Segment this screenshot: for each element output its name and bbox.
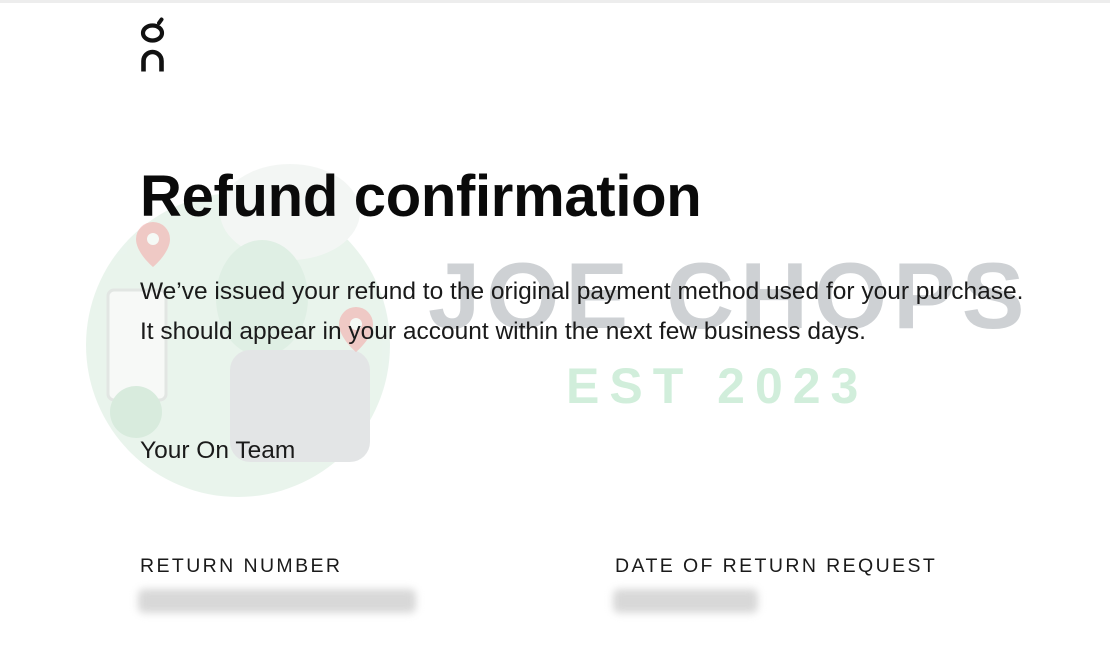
signoff: Your On Team [140,437,296,464]
watermark-text-established: EST 2023 [566,358,868,414]
return-number-value-redacted [138,589,416,613]
return-number-label: RETURN NUMBER [140,555,343,577]
top-divider [0,0,1110,3]
message-line: It should appear in your account within … [140,317,866,345]
message-line: We’ve issued your refund to the original… [140,278,1024,305]
page-title: Refund confirmation [140,164,702,229]
on-logo-icon[interactable] [136,16,172,76]
return-date-value-redacted [613,589,758,613]
return-date-label: DATE OF RETURN REQUEST [615,555,938,577]
refund-message: We’ve issued your refund to the original… [140,272,1050,351]
